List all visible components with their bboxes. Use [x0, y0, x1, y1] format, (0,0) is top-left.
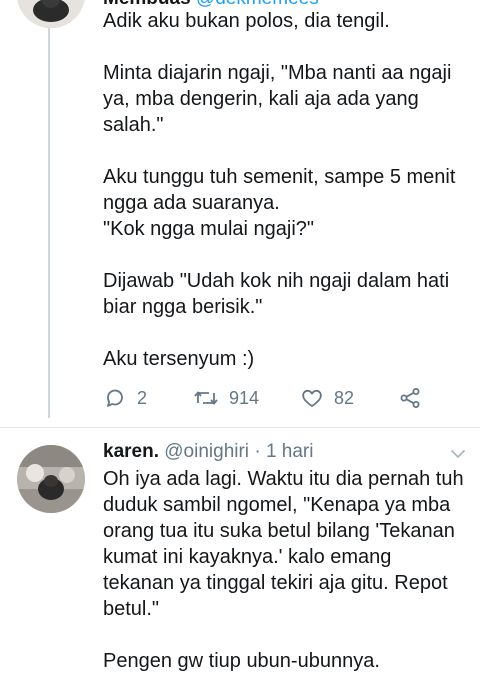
tweet-divider	[0, 427, 480, 428]
heart-icon	[302, 389, 322, 407]
thread-connector-line	[48, 0, 50, 418]
tweet-action-bar: 2 914 82	[103, 386, 433, 412]
retweet-button[interactable]: 914	[193, 386, 259, 410]
tweet-paragraph: Aku tersenyum :)	[103, 348, 255, 370]
share-button[interactable]	[398, 386, 422, 410]
tweet-text: Adik aku bukan polos, dia tengil. Minta …	[103, 8, 468, 372]
like-count: 82	[334, 387, 355, 408]
reply-button[interactable]: 2	[103, 386, 147, 410]
avatar[interactable]	[17, 0, 85, 28]
tweet-menu-button[interactable]	[450, 447, 466, 465]
share-icon	[400, 388, 420, 408]
tweet-paragraph: Aku tunggu tuh semenit, sampe 5 menit ng…	[103, 166, 456, 240]
tweet-header: karen. @oinighiri · 1 hari	[103, 440, 313, 464]
tweet-paragraph: Oh iya ada lagi. Waktu itu dia pernah tu…	[103, 468, 464, 620]
tweet-paragraph: Pengen gw tiup ubun-ubunnya.	[103, 650, 380, 672]
reply-count: 2	[137, 387, 148, 408]
like-button[interactable]: 82	[300, 386, 354, 410]
display-name[interactable]: karen.	[103, 441, 159, 462]
timestamp[interactable]: 1 hari	[266, 441, 314, 462]
avatar-photo	[17, 0, 85, 28]
tweet-paragraph: Minta diajarin ngaji, "Mba nanti aa ngaj…	[103, 62, 452, 136]
retweet-icon	[194, 391, 218, 405]
header-separator: ·	[254, 441, 261, 462]
retweet-count: 914	[229, 387, 260, 408]
avatar[interactable]	[17, 445, 85, 513]
tweet-paragraph: Adik aku bukan polos, dia tengil.	[103, 10, 390, 32]
tweet-paragraph: Dijawab "Udah kok nih ngaji dalam hati b…	[103, 270, 450, 318]
reply-icon	[107, 389, 123, 407]
avatar-photo	[17, 445, 85, 513]
username[interactable]: @oinighiri	[164, 441, 249, 462]
chevron-down-icon	[451, 450, 465, 458]
